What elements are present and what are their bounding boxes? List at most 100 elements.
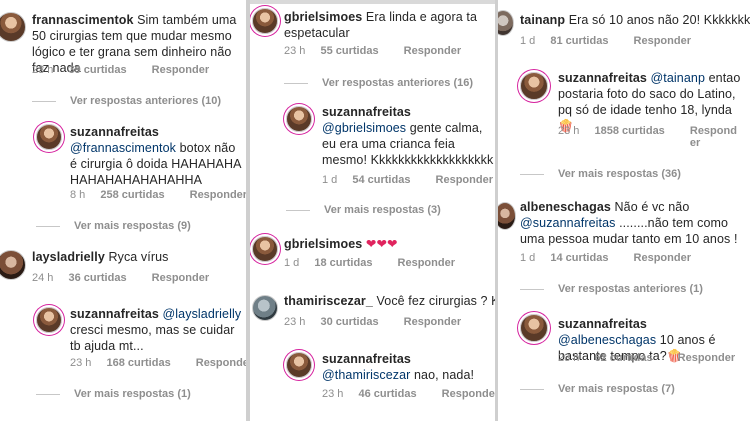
comment-text: suzannafreitas @thamiriscezar nao, nada! bbox=[322, 351, 494, 383]
likes-count[interactable]: 168 curtidas bbox=[106, 357, 170, 369]
likes-count[interactable]: 46 curtidas bbox=[358, 388, 416, 400]
view-more-replies[interactable]: Ver mais respostas (36) bbox=[520, 168, 681, 180]
comment-time: 24 h bbox=[32, 272, 54, 284]
comment-mention[interactable]: @suzannafreitas bbox=[520, 216, 616, 230]
comment-username[interactable]: gbrielsimoes bbox=[284, 10, 362, 24]
comment-time: 8 h bbox=[70, 189, 86, 201]
comment-username[interactable]: gbrielsimoes bbox=[284, 237, 362, 251]
comment-time: 23 h bbox=[70, 357, 92, 369]
comment-username[interactable]: suzannafreitas bbox=[322, 352, 411, 366]
avatar[interactable] bbox=[36, 124, 62, 150]
reply-button[interactable]: Responder bbox=[678, 352, 735, 364]
comment-username[interactable]: suzannafreitas bbox=[558, 71, 647, 85]
reply-button[interactable]: Responder bbox=[398, 257, 455, 269]
reply-button[interactable]: Responder bbox=[634, 35, 691, 47]
comment-time: 1 d bbox=[322, 174, 338, 186]
avatar[interactable] bbox=[286, 352, 312, 378]
reply-button[interactable]: Responder bbox=[436, 174, 493, 186]
likes-count[interactable]: 30 curtidas bbox=[320, 316, 378, 328]
comment-meta: 23 h 55 curtidas Responder bbox=[284, 45, 461, 57]
reply-button[interactable]: Responder bbox=[404, 45, 461, 57]
comment-body: ❤❤❤ bbox=[365, 237, 398, 251]
likes-count[interactable]: 258 curtidas bbox=[100, 189, 164, 201]
avatar[interactable] bbox=[252, 8, 278, 34]
reply-button[interactable]: Responder bbox=[404, 316, 461, 328]
comments-panel-2: gbrielsimoes Era linda e agora ta espeta… bbox=[250, 4, 495, 421]
comment-time: 23 h bbox=[32, 64, 54, 76]
comment-text: suzannafreitas @frannascimentok botox nã… bbox=[70, 124, 246, 188]
comment-time: 23 h bbox=[322, 388, 344, 400]
comment-time: 1 d bbox=[520, 35, 536, 47]
avatar[interactable] bbox=[286, 106, 312, 132]
view-more-replies[interactable]: Ver mais respostas (3) bbox=[286, 204, 441, 216]
reply-button[interactable]: Responder bbox=[634, 252, 691, 264]
comment-meta: 1 d 54 curtidas Responder bbox=[322, 174, 493, 186]
comment-mention[interactable]: @laysladrielly bbox=[163, 307, 242, 321]
comment-username[interactable]: suzannafreitas bbox=[70, 125, 159, 139]
view-previous-replies[interactable]: Ver respostas anteriores (16) bbox=[284, 77, 473, 89]
view-more-replies[interactable]: Ver mais respostas (1) bbox=[36, 388, 191, 400]
avatar[interactable] bbox=[0, 12, 26, 42]
comment-meta: 23 h 168 curtidas Responder bbox=[70, 357, 246, 369]
likes-count[interactable]: 62 curtidas bbox=[594, 352, 652, 364]
avatar[interactable] bbox=[520, 314, 548, 342]
likes-count[interactable]: 39 curtidas bbox=[68, 64, 126, 76]
avatar[interactable] bbox=[252, 236, 278, 262]
reply-button[interactable]: Responder bbox=[152, 64, 209, 76]
comment-time: 1 d bbox=[520, 252, 536, 264]
comment-username[interactable]: tainanp bbox=[520, 13, 565, 27]
avatar[interactable] bbox=[252, 295, 278, 321]
comment-meta: 8 h 258 curtidas Responder bbox=[70, 189, 246, 201]
comment-meta: 23 h 62 curtidas Responder bbox=[558, 352, 735, 364]
comment-meta: 23 h 46 curtidas Responder bbox=[322, 388, 495, 400]
reply-button[interactable]: Responder bbox=[152, 272, 209, 284]
avatar[interactable] bbox=[498, 202, 516, 230]
comment-mention[interactable]: @frannascimentok bbox=[70, 141, 176, 155]
comment-meta: 1 d 18 curtidas Responder bbox=[284, 257, 455, 269]
reply-button[interactable]: Responder bbox=[442, 388, 495, 400]
comments-panel-3: tainanp Era só 10 anos não 20! Kkkkkkk 1… bbox=[498, 0, 750, 421]
comment-mention[interactable]: @albeneschagas bbox=[558, 333, 656, 347]
comment-body: Ryca vírus bbox=[108, 250, 169, 264]
likes-count[interactable]: 81 curtidas bbox=[550, 35, 608, 47]
comment-mention[interactable]: @thamiriscezar bbox=[322, 368, 410, 382]
comment-username[interactable]: frannascimentok bbox=[32, 13, 134, 27]
avatar[interactable] bbox=[0, 250, 26, 280]
comment-text: suzannafreitas @gbrielsimoes gente calma… bbox=[322, 104, 494, 168]
comment-body: Você fez cirurgias ? Kk bbox=[376, 294, 495, 308]
comment-meta: 1 d 81 curtidas Responder bbox=[520, 35, 691, 47]
reply-button[interactable]: Responder bbox=[196, 357, 246, 369]
likes-count[interactable]: 54 curtidas bbox=[352, 174, 410, 186]
comment-meta: 23 h 1858 curtidas Respond er bbox=[558, 125, 737, 149]
likes-count[interactable]: 18 curtidas bbox=[314, 257, 372, 269]
comment-time: 23 h bbox=[284, 45, 306, 57]
comment-username[interactable]: suzannafreitas bbox=[70, 307, 159, 321]
comment-time: 23 h bbox=[558, 125, 580, 137]
comment-meta: 23 h 39 curtidas Responder bbox=[32, 64, 209, 76]
view-previous-replies[interactable]: Ver respostas anteriores (1) bbox=[520, 283, 703, 295]
avatar[interactable] bbox=[498, 10, 514, 36]
comment-text: suzannafreitas @laysladrielly cresci mes… bbox=[70, 306, 246, 354]
view-previous-replies[interactable]: Ver respostas anteriores (10) bbox=[32, 95, 221, 107]
likes-count[interactable]: 14 curtidas bbox=[550, 252, 608, 264]
comment-mention[interactable]: @tainanp bbox=[651, 71, 706, 85]
likes-count[interactable]: 1858 curtidas bbox=[594, 125, 664, 137]
view-more-replies[interactable]: Ver mais respostas (9) bbox=[36, 220, 191, 232]
comment-mention[interactable]: @gbrielsimoes bbox=[322, 121, 406, 135]
avatar[interactable] bbox=[36, 307, 62, 333]
comment-text: gbrielsimoes Era linda e agora ta espeta… bbox=[284, 9, 492, 41]
likes-count[interactable]: 36 curtidas bbox=[68, 272, 126, 284]
view-more-replies[interactable]: Ver mais respostas (7) bbox=[520, 383, 675, 395]
likes-count[interactable]: 55 curtidas bbox=[320, 45, 378, 57]
reply-button[interactable]: Respond er bbox=[690, 125, 737, 149]
comment-meta: 24 h 36 curtidas Responder bbox=[32, 272, 209, 284]
comment-time: 23 h bbox=[558, 352, 580, 364]
avatar[interactable] bbox=[520, 72, 548, 100]
comment-username[interactable]: laysladrielly bbox=[32, 250, 105, 264]
reply-button[interactable]: Responder bbox=[190, 189, 246, 201]
comment-username[interactable]: albeneschagas bbox=[520, 200, 611, 214]
comment-body: Não é vc não bbox=[614, 200, 690, 214]
comment-username[interactable]: suzannafreitas bbox=[322, 105, 411, 119]
comment-username[interactable]: suzannafreitas bbox=[558, 317, 647, 331]
comment-username[interactable]: thamiriscezar_ bbox=[284, 294, 373, 308]
